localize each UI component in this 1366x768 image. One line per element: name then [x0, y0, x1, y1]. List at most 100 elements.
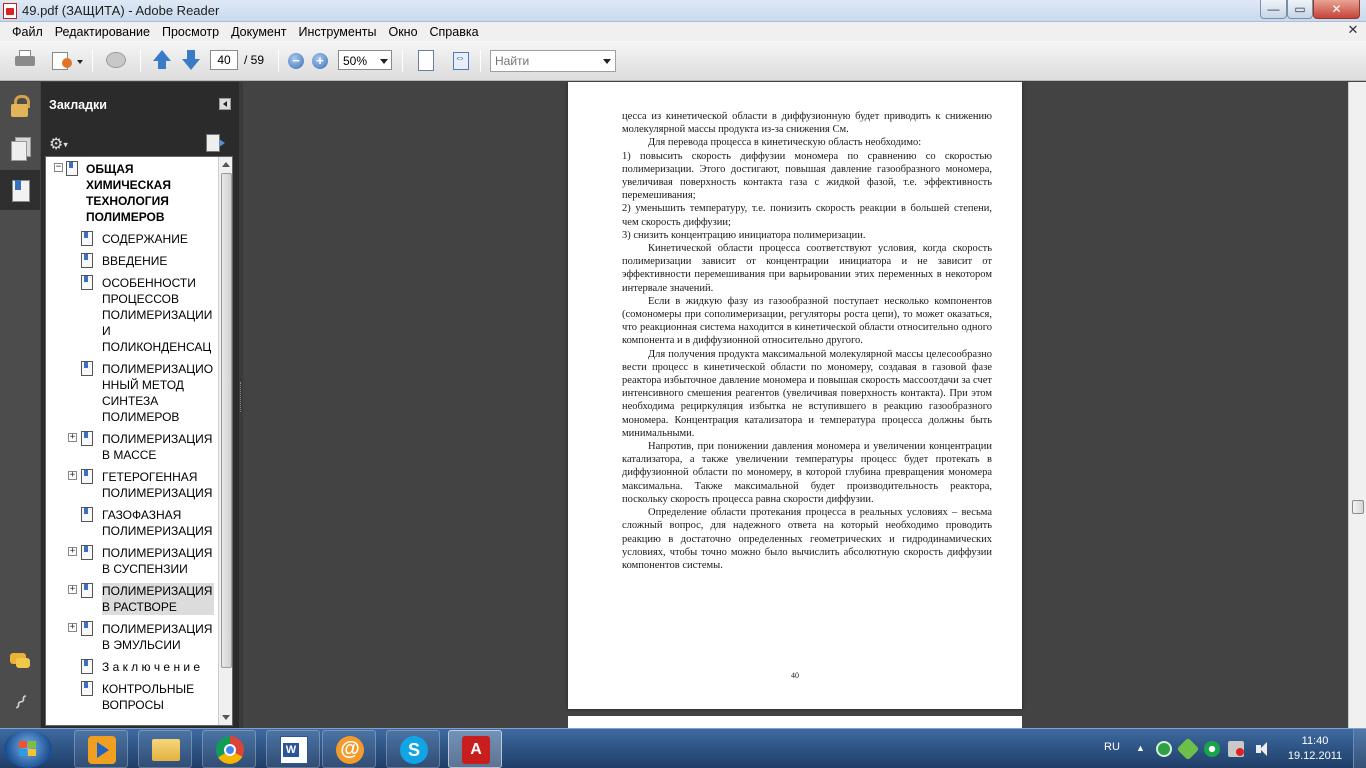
- expand-icon[interactable]: +: [68, 585, 77, 594]
- menu-bar: Файл Редактирование Просмотр Документ Ин…: [0, 22, 1366, 41]
- toolbar-separator: [140, 50, 141, 72]
- page-paragraph: 2) уменьшить температуру, т.е. понизить …: [622, 203, 992, 228]
- comments-icon[interactable]: [8, 650, 32, 676]
- volume-icon[interactable]: [1254, 741, 1270, 757]
- document-view[interactable]: цесса из кинетической области в диффузио…: [243, 82, 1348, 728]
- bookmark-label: ГЕТЕРОГЕННАЯ ПОЛИМЕРИЗАЦИЯ: [102, 470, 213, 500]
- tray-app-circle-icon[interactable]: [1204, 741, 1220, 757]
- scrollbar-thumb[interactable]: [221, 173, 232, 668]
- taskbar-media-player[interactable]: [74, 730, 128, 768]
- bookmark-page-icon: [81, 681, 93, 696]
- bookmark-label: ВВЕДЕНИЕ: [102, 254, 168, 268]
- menu-document[interactable]: Документ: [225, 25, 292, 39]
- menu-view[interactable]: Просмотр: [156, 25, 225, 39]
- word-icon: W: [280, 736, 308, 764]
- clock-time: 11:40: [1301, 735, 1329, 747]
- taskbar-word[interactable]: W: [266, 730, 320, 768]
- menu-file[interactable]: Файл: [6, 25, 49, 39]
- zoom-select[interactable]: 50%: [338, 50, 392, 70]
- bookmark-label: ПОЛИМЕРИЗАЦИЯ В МАССЕ: [102, 432, 213, 462]
- bookmark-label: ПОЛИМЕРИЗАЦИЯ В ЭМУЛЬСИИ: [102, 622, 213, 652]
- fit-page-icon[interactable]: [450, 49, 470, 71]
- taskbar-chrome[interactable]: [202, 730, 256, 768]
- scroll-up-icon[interactable]: [222, 162, 230, 167]
- expand-icon[interactable]: +: [68, 623, 77, 632]
- bookmark-page-icon: [81, 659, 93, 674]
- collapse-panel-icon[interactable]: [219, 98, 231, 110]
- window-title: 49.pdf (ЗАЩИТА) - Adobe Reader: [22, 3, 220, 18]
- media-player-icon: [88, 736, 116, 764]
- page-paragraph: Кинетической области процесса соответств…: [622, 243, 992, 294]
- minimize-button[interactable]: —: [1260, 0, 1287, 19]
- page-paragraph: 3) снизить концентрацию инициатора полим…: [622, 229, 866, 241]
- options-button[interactable]: ⚙▾: [49, 134, 68, 154]
- toolbar-separator: [480, 50, 481, 72]
- taskbar-adobe-reader[interactable]: A: [448, 730, 502, 768]
- expand-icon[interactable]: +: [68, 547, 77, 556]
- taskbar-mail[interactable]: @: [322, 730, 376, 768]
- zoom-out-icon[interactable]: −: [288, 53, 304, 69]
- scroll-down-icon[interactable]: [222, 715, 230, 720]
- search-input[interactable]: [491, 51, 601, 71]
- bookmark-label: ОСОБЕННОСТИ ПРОЦЕССОВ ПОЛИМЕРИЗАЦИИ И ПО…: [102, 276, 213, 354]
- chevron-down-icon[interactable]: [603, 59, 611, 64]
- toolbar-separator: [402, 50, 403, 72]
- maximize-button[interactable]: ▭: [1287, 0, 1313, 19]
- toolbar: / 59 − + 50%: [0, 41, 1366, 81]
- start-button[interactable]: [4, 730, 52, 768]
- page-thumbnails-icon[interactable]: [8, 136, 32, 162]
- taskbar-explorer[interactable]: [138, 730, 192, 768]
- collapse-icon[interactable]: −: [54, 163, 63, 172]
- scrollbar-thumb[interactable]: [1352, 500, 1364, 514]
- close-document-icon[interactable]: ✕: [1346, 23, 1360, 37]
- bookmark-page-icon: [66, 161, 78, 176]
- document-scrollbar[interactable]: [1348, 82, 1366, 728]
- show-desktop-button[interactable]: [1353, 729, 1366, 768]
- page-number-input[interactable]: [210, 50, 238, 70]
- expand-bookmark-icon[interactable]: [206, 134, 226, 152]
- language-indicator[interactable]: RU: [1104, 741, 1120, 753]
- expand-icon[interactable]: +: [68, 471, 77, 480]
- share-button[interactable]: [50, 49, 84, 73]
- system-clock[interactable]: 11:40 19.12.2011: [1285, 734, 1345, 764]
- folder-icon: [152, 739, 180, 761]
- bookmarks-panel: Закладки ⚙▾ − ОБЩАЯ ХИМИЧЕСКАЯ ТЕХНОЛОГИЯ…: [41, 82, 239, 728]
- print-icon[interactable]: [14, 49, 36, 71]
- search-field[interactable]: [490, 50, 616, 72]
- attachment-paperclip-icon[interactable]: ⌇: [2, 685, 37, 720]
- show-hidden-icons-icon[interactable]: ▲: [1136, 743, 1145, 753]
- fit-width-icon[interactable]: [416, 49, 434, 71]
- tray-app-diamond-icon[interactable]: [1176, 737, 1200, 761]
- menu-window[interactable]: Окно: [382, 25, 423, 39]
- bookmarks-rail-button[interactable]: [0, 170, 40, 210]
- next-page-icon[interactable]: [180, 49, 202, 71]
- collaborate-icon[interactable]: [104, 49, 130, 73]
- bookmark-page-icon: [81, 545, 93, 560]
- bookmark-label: ПОЛИМЕРИЗАЦИЯ В РАСТВОРЕ: [102, 583, 214, 615]
- bookmark-label: ОБЩАЯ ХИМИЧЕСКАЯ ТЕХНОЛОГИЯ ПОЛИМЕРОВ: [86, 162, 171, 224]
- previous-page-icon[interactable]: [151, 49, 173, 71]
- page-paragraph: Для перевода процесса в кинетическую обл…: [648, 137, 922, 149]
- taskbar-skype[interactable]: S: [386, 730, 440, 768]
- bookmarks-tree: − ОБЩАЯ ХИМИЧЕСКАЯ ТЕХНОЛОГИЯ ПОЛИМЕРОВ СО…: [45, 156, 233, 726]
- page-count: / 59: [244, 53, 265, 67]
- expand-icon[interactable]: +: [68, 433, 77, 442]
- clock-date: 19.12.2011: [1287, 750, 1343, 762]
- menu-edit[interactable]: Редактирование: [49, 25, 156, 39]
- gear-icon: ⚙: [49, 136, 64, 153]
- page-footer-number: 40: [791, 671, 799, 680]
- network-icon[interactable]: [1228, 741, 1244, 757]
- bookmarks-scrollbar[interactable]: [218, 157, 232, 725]
- share-badge-icon: [62, 58, 72, 68]
- menu-help[interactable]: Справка: [424, 25, 485, 39]
- bookmark-label: ПОЛИМЕРИЗАЦИЯ В СУСПЕНЗИИ: [102, 546, 213, 576]
- zoom-in-icon[interactable]: +: [312, 53, 328, 69]
- bookmark-page-icon: [81, 431, 93, 446]
- tray-app-green-icon[interactable]: [1156, 741, 1172, 757]
- security-lock-icon[interactable]: [8, 94, 32, 120]
- bookmarks-icon: [8, 178, 32, 204]
- bookmark-label: КОНТРОЛЬНЫЕ ВОПРОСЫ: [102, 682, 195, 712]
- menu-tools[interactable]: Инструменты: [293, 25, 383, 39]
- close-button[interactable]: ✕: [1313, 0, 1360, 19]
- page-paragraph: Если в жидкую фазу из газообразной посту…: [622, 295, 992, 347]
